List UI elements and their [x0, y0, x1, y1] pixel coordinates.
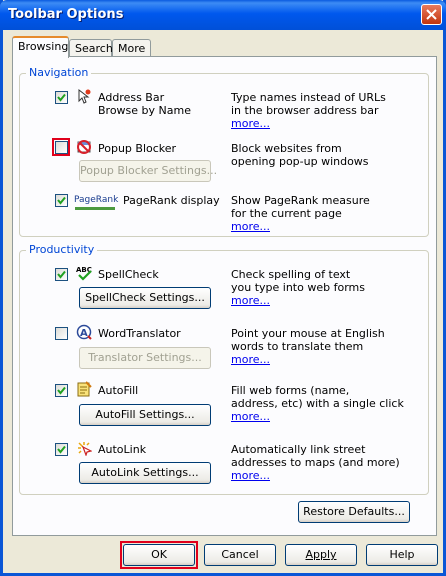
spellcheck-more-link[interactable]: more...	[231, 294, 365, 307]
close-icon	[426, 9, 437, 20]
pagerank-more-link[interactable]: more...	[231, 220, 370, 233]
description-line: you type into web forms	[231, 281, 365, 294]
autofill-checkbox[interactable]	[55, 384, 68, 397]
popup-blocker-settings-button[interactable]: Popup Blocker Settings...	[79, 160, 217, 182]
word-translator-more-link[interactable]: more...	[231, 353, 385, 366]
productivity-legend: Productivity	[26, 243, 98, 256]
description-line: Automatically link street	[231, 443, 366, 456]
popup-blocker-description: Block websites from opening pop-up windo…	[231, 142, 369, 168]
translator-settings-button[interactable]: Translator Settings...	[79, 347, 211, 369]
address-bar-checkbox[interactable]	[55, 91, 68, 104]
autolink-icon	[76, 440, 93, 457]
spellcheck-settings-button[interactable]: SpellCheck Settings...	[79, 287, 211, 309]
description-line: Type names instead of URLs	[231, 91, 386, 104]
pagerank-logo: PageRank	[74, 195, 119, 205]
description-line: address, etc) with a single click	[231, 397, 404, 410]
autofill-icon	[76, 381, 92, 397]
description-line: words to translate them	[231, 340, 364, 353]
popup-blocker-checkbox[interactable]	[55, 141, 68, 154]
title-bar[interactable]: Toolbar Options	[0, 0, 446, 30]
checkmark-icon	[57, 93, 66, 102]
address-bar-more-link[interactable]: more...	[231, 117, 386, 130]
spellcheck-description: Check spelling of text you type into web…	[231, 268, 365, 307]
description-line: Point your mouse at English	[231, 327, 385, 340]
checkmark-icon	[57, 270, 66, 279]
autolink-description: Automatically link street addresses to m…	[231, 443, 400, 482]
pagerank-display-label: PageRank display	[123, 194, 220, 207]
autolink-more-link[interactable]: more...	[231, 469, 400, 482]
description-line: opening pop-up windows	[231, 155, 369, 168]
description-line: Show PageRank measure	[231, 194, 370, 207]
svg-text:A: A	[80, 328, 88, 339]
word-translator-description: Point your mouse at English words to tra…	[231, 327, 385, 366]
word-translator-label: WordTranslator	[98, 327, 181, 340]
address-bar-description: Type names instead of URLs in the browse…	[231, 91, 386, 130]
checkmark-icon	[57, 196, 66, 205]
description-line: Check spelling of text	[231, 268, 351, 281]
browse-by-name-label: Browse by Name	[98, 104, 191, 117]
autolink-checkbox[interactable]	[55, 443, 68, 456]
spellcheck-checkbox[interactable]	[55, 268, 68, 281]
window-title: Toolbar Options	[8, 7, 124, 22]
checkmark-icon	[57, 386, 66, 395]
word-translator-icon: A	[76, 324, 92, 340]
cancel-button[interactable]: Cancel	[204, 544, 276, 566]
address-bar-label: Address Bar	[98, 91, 165, 104]
pagerank-checkbox[interactable]	[55, 194, 68, 207]
close-button[interactable]	[421, 4, 442, 25]
spellcheck-label: SpellCheck	[98, 268, 159, 281]
pagerank-description: Show PageRank measure for the current pa…	[231, 194, 370, 233]
autofill-more-link[interactable]: more...	[231, 410, 404, 423]
tab-search[interactable]: Search	[69, 39, 113, 57]
checkmark-icon	[57, 445, 66, 454]
description-line: in the browser address bar	[231, 104, 379, 117]
autofill-description: Fill web forms (name, address, etc) with…	[231, 384, 404, 423]
navigation-legend: Navigation	[26, 66, 92, 79]
word-translator-checkbox[interactable]	[55, 327, 68, 340]
popup-blocker-label: Popup Blocker	[98, 142, 177, 155]
autofill-label: AutoFill	[98, 384, 139, 397]
description-line: Fill web forms (name,	[231, 384, 350, 397]
autolink-label: AutoLink	[98, 443, 147, 456]
apply-button[interactable]: Apply	[285, 544, 357, 566]
tab-more[interactable]: More	[112, 39, 151, 57]
description-line: addresses to maps (and more)	[231, 456, 400, 469]
help-button[interactable]: Help	[366, 544, 438, 566]
toolbar-options-dialog: Toolbar Options Browsing Search More Nav…	[0, 0, 446, 576]
tab-browsing[interactable]: Browsing	[12, 36, 69, 58]
spellcheck-icon: ABC	[76, 264, 92, 281]
apply-button-label: Apply	[305, 548, 337, 561]
description-line: Block websites from	[231, 142, 342, 155]
popup-blocker-icon	[76, 139, 92, 155]
autofill-settings-button[interactable]: AutoFill Settings...	[79, 404, 211, 426]
description-line: for the current page	[231, 207, 342, 220]
pagerank-bar	[75, 207, 115, 210]
address-bar-icon	[76, 88, 92, 104]
ok-button[interactable]: OK	[123, 544, 195, 566]
autolink-settings-button[interactable]: AutoLink Settings...	[79, 462, 211, 484]
restore-defaults-button[interactable]: Restore Defaults...	[298, 501, 410, 523]
